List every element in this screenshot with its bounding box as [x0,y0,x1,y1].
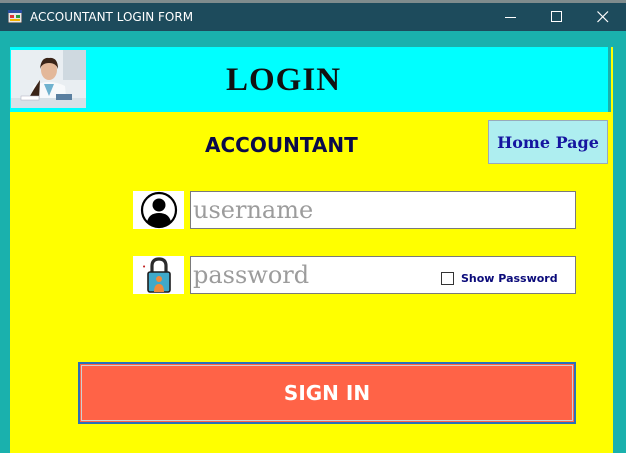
svg-text:•: • [142,263,146,271]
accountant-photo [11,50,86,108]
app-form-icon [8,10,22,23]
minimize-button[interactable] [488,3,534,31]
maximize-icon [551,11,562,22]
maximize-button[interactable] [534,3,580,31]
checkbox-box[interactable] [441,272,454,285]
sign-in-button[interactable]: SIGN IN [78,362,576,424]
title-bar[interactable]: ACCOUNTANT LOGIN FORM [0,3,626,31]
username-icon-box [133,191,184,229]
close-icon [597,11,609,23]
minimize-icon [505,17,516,18]
role-title: ACCOUNTANT [205,133,358,157]
show-password-label: Show Password [461,272,558,285]
password-icon-box: • [133,256,184,294]
show-password-checkbox[interactable]: Show Password [441,272,558,285]
close-button[interactable] [580,3,626,31]
login-title: LOGIN [226,62,342,98]
lock-icon: • [142,257,171,293]
username-input[interactable] [190,191,576,229]
user-icon [140,191,178,229]
window-title: ACCOUNTANT LOGIN FORM [30,10,194,24]
home-page-button[interactable]: Home Page [488,120,608,164]
